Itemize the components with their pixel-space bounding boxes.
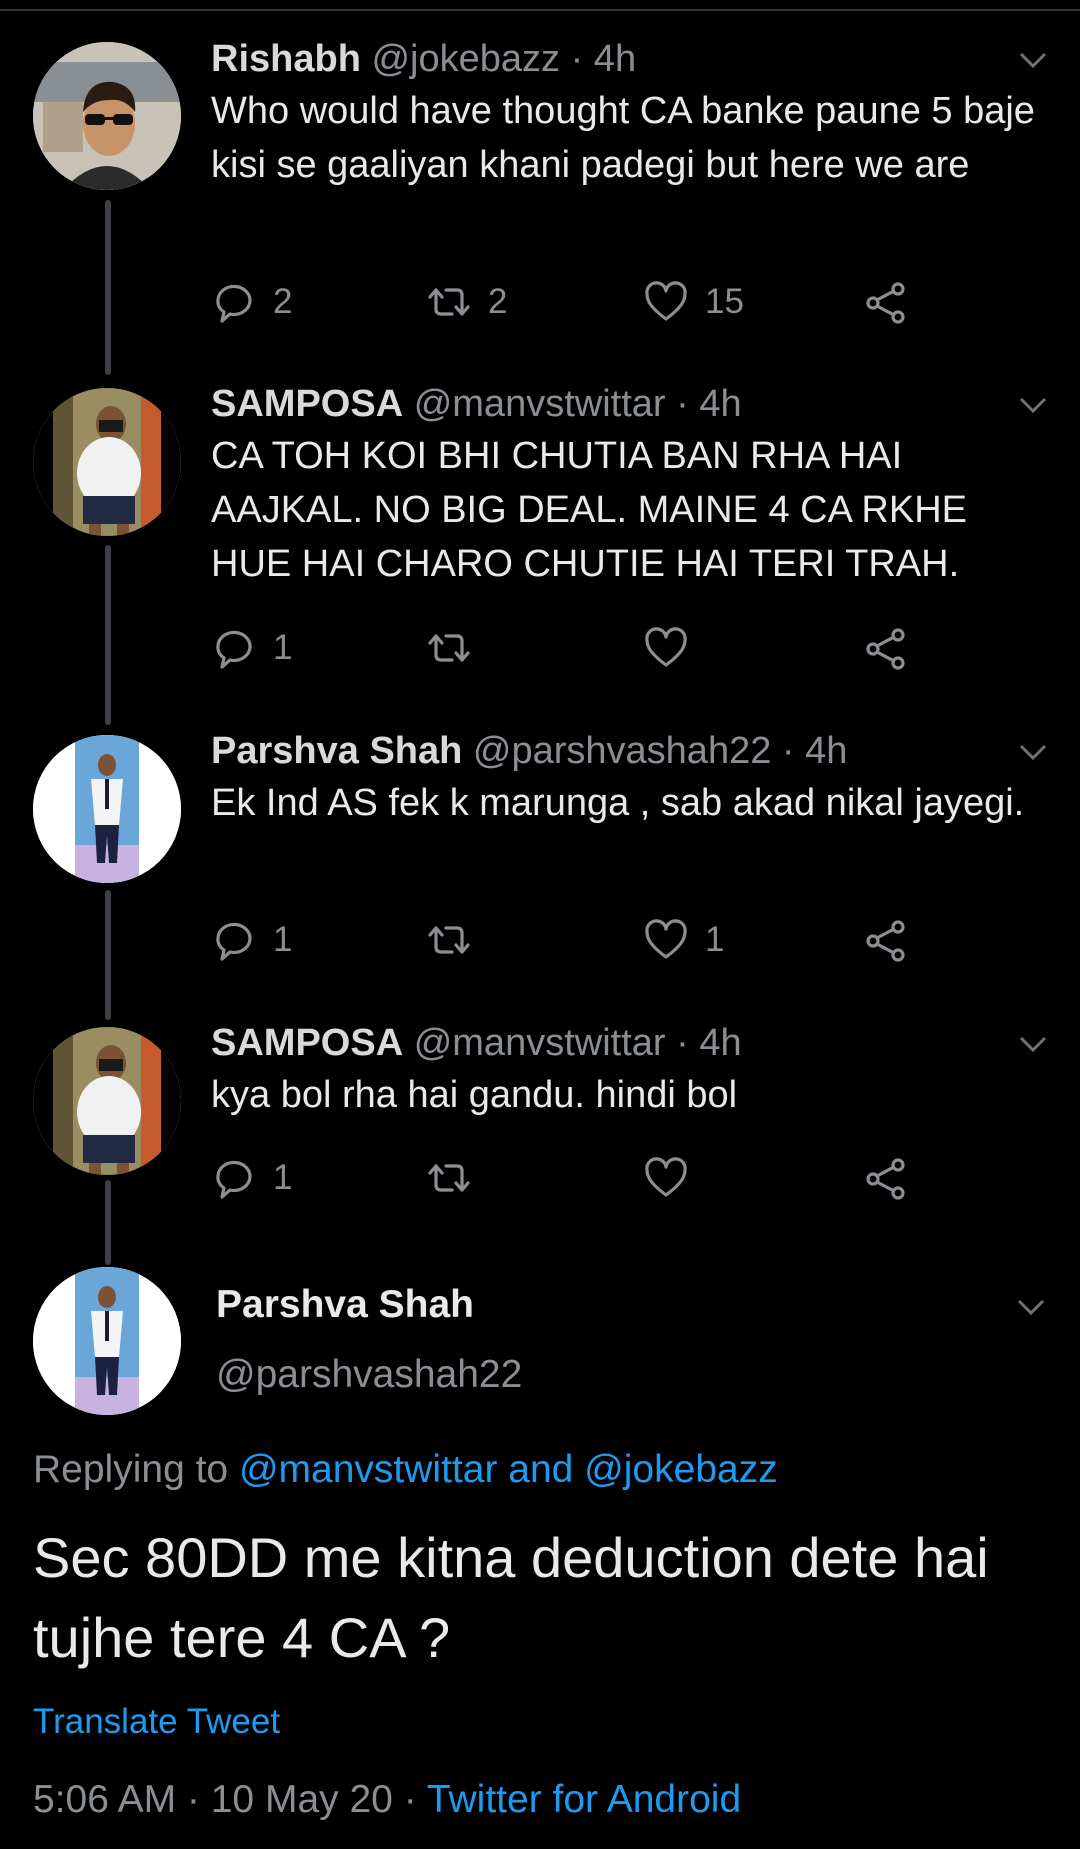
tweet-text: Who would have thought CA banke paune 5 … [211,90,1035,186]
reply-icon [216,922,252,961]
reply-icon [216,1160,252,1199]
reply-count: 1 [273,1158,293,1197]
share-icon [866,282,905,324]
avatar[interactable] [33,388,181,536]
reply-icon [216,284,252,323]
reply-count: 1 [273,628,293,667]
tweet-actions: 1 1 [211,914,931,966]
tweet-time: · 4h [781,730,848,772]
main-tweet-text: Sec 80DD me kitna deduction dete hai tuj… [33,1526,989,1669]
tweet-time: · 4h [676,383,742,425]
source-link[interactable]: Twitter for Android [427,1778,741,1821]
reply-count: 1 [273,920,293,959]
replying-to-link[interactable]: @manvstwittar and @jokebazz [239,1448,778,1491]
tweet-text: CA TOH KOI BHI CHUTIA BAN RHA HAI AAJKAL… [211,435,968,585]
retweet-button[interactable] [426,914,488,966]
reply-icon [216,630,252,669]
retweet-icon [428,926,470,954]
tweet-text: Ek Ind AS fek k marunga , sab akad nikal… [211,782,1025,824]
chevron-down-icon[interactable] [1018,395,1048,415]
retweet-icon [428,1164,470,1192]
retweet-button[interactable] [426,622,488,674]
tweet[interactable]: Rishabh @jokebazz · 4h Who would have th… [211,36,1050,192]
tweet-actions: 1 [211,622,931,674]
heart-icon [645,627,687,667]
display-name[interactable]: SAMPOSA [211,1022,403,1064]
share-button[interactable] [863,1152,909,1204]
heart-icon [645,1157,687,1197]
thread-connector [105,890,111,1020]
retweet-count: 2 [488,282,508,321]
share-button[interactable] [863,276,909,328]
tweet-actions: 1 [211,1152,931,1204]
top-divider [0,9,1080,11]
share-button[interactable] [863,914,909,966]
chevron-down-icon[interactable] [1018,1034,1048,1054]
replying-to: Replying to @manvstwittar and @jokebazz [33,1448,778,1492]
share-icon [866,628,905,670]
username[interactable]: @jokebazz [371,38,560,80]
avatar[interactable] [33,42,181,190]
main-display-name[interactable]: Parshva Shah [216,1283,474,1327]
tweet-text: kya bol rha hai gandu. hindi bol [211,1074,738,1116]
like-button[interactable] [643,1152,705,1204]
thread-connector [105,1180,111,1265]
reply-button[interactable]: 1 [211,622,292,674]
display-name[interactable]: SAMPOSA [211,383,403,425]
heart-icon [645,919,687,959]
share-icon [866,1158,905,1200]
like-button[interactable]: 1 [643,914,724,966]
chevron-down-icon[interactable] [1016,1297,1046,1317]
like-count: 1 [705,920,725,959]
reply-button[interactable]: 1 [211,1152,292,1204]
tweet-header: Rishabh @jokebazz · 4h [211,36,1050,82]
reply-count: 2 [273,282,293,321]
tweet-time: · 4h [676,1022,742,1064]
avatar[interactable] [33,735,181,883]
samposa-photo [33,388,181,536]
like-button[interactable]: 15 [643,276,744,328]
tweet-time: · 4h [570,38,637,80]
tweet-meta: 5:06 AM · 10 May 20 · Twitter for Androi… [33,1778,741,1822]
display-name[interactable]: Parshva Shah [211,730,462,772]
username[interactable]: @manvstwittar [414,383,666,425]
main-username[interactable]: @parshvashah22 [216,1353,522,1397]
username[interactable]: @parshvashah22 [473,730,771,772]
like-count: 15 [705,282,744,321]
chevron-down-icon[interactable] [1018,742,1048,762]
retweet-button[interactable] [426,1152,488,1204]
tweet[interactable]: Parshva Shah @parshvashah22 · 4h Ek Ind … [211,728,1050,830]
timestamp: 5:06 AM · 10 May 20 · [33,1778,417,1821]
retweet-button[interactable]: 2 [426,276,507,328]
chevron-down-icon[interactable] [1018,50,1048,70]
like-button[interactable] [643,622,705,674]
avatar[interactable] [33,1267,181,1415]
heart-icon [645,281,687,321]
share-button[interactable] [863,622,909,674]
reply-button[interactable]: 1 [211,914,292,966]
tweet[interactable]: SAMPOSA @manvstwittar · 4h kya bol rha h… [211,1020,1050,1122]
parshva-photo [33,735,181,883]
tweet-header: SAMPOSA @manvstwittar · 4h [211,1020,1050,1066]
username[interactable]: @manvstwittar [414,1022,666,1064]
display-name[interactable]: Rishabh [211,38,361,80]
avatar[interactable] [33,1027,181,1175]
reply-button[interactable]: 2 [211,276,292,328]
retweet-icon [428,634,470,662]
tweet-header: SAMPOSA @manvstwittar · 4h [211,381,1050,427]
share-icon [866,920,905,962]
thread-connector [105,545,111,725]
retweet-icon [428,288,470,316]
tweet-header: Parshva Shah @parshvashah22 · 4h [211,728,1050,774]
samposa-photo [33,1027,181,1175]
thread-connector [105,200,111,375]
translate-tweet-link[interactable]: Translate Tweet [33,1702,280,1742]
parshva-photo [33,1267,181,1415]
rishabh-photo [33,42,181,190]
tweet[interactable]: SAMPOSA @manvstwittar · 4h CA TOH KOI BH… [211,381,1050,591]
replying-prefix: Replying to [33,1448,229,1491]
tweet-actions: 2 2 15 [211,276,931,328]
